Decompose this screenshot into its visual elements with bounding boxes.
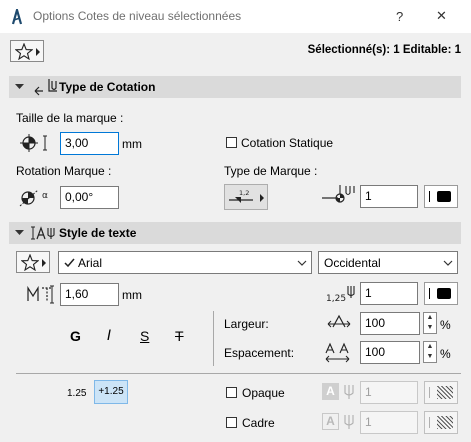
spin-down-icon[interactable]: ▼ xyxy=(424,352,436,362)
frame-checkbox[interactable] xyxy=(226,417,237,428)
width-unit: % xyxy=(440,318,451,332)
opaque-checkbox[interactable] xyxy=(226,387,237,398)
width-spinner[interactable]: ▲ ▼ xyxy=(423,312,437,334)
text-style-icon xyxy=(31,226,55,240)
marker-rotation-input[interactable]: 0,00° xyxy=(60,186,119,209)
bold-button[interactable]: G xyxy=(70,328,81,344)
static-dimension-checkbox[interactable] xyxy=(226,137,237,148)
close-button[interactable]: ✕ xyxy=(436,8,447,24)
marker-pen-color-swatch[interactable] xyxy=(424,185,458,208)
chevron-down-icon xyxy=(443,260,453,266)
text-favorites-button[interactable] xyxy=(16,251,50,273)
format-plain-button[interactable]: 1.25 xyxy=(67,388,86,399)
marker-size-unit: mm xyxy=(122,137,142,151)
marker-type-label: Type de Marque : xyxy=(224,164,318,178)
format-signed-button[interactable]: +1.25 xyxy=(94,380,128,404)
section-dimension-type-label: Type de Cotation xyxy=(59,80,156,94)
underline-button[interactable]: S xyxy=(140,328,149,344)
vertical-divider xyxy=(213,311,214,366)
section-text-style[interactable]: Style de texte xyxy=(9,222,461,244)
font-select-value: Arial xyxy=(78,256,103,270)
selection-status: Sélectionné(s): 1 Editable: 1 xyxy=(307,44,461,56)
marker-size-icon xyxy=(20,134,47,152)
spacing-spinner[interactable]: ▲ ▼ xyxy=(423,341,437,363)
marker-pen-icon xyxy=(322,185,355,203)
frame-label: Cadre xyxy=(242,416,275,430)
text-size-icon xyxy=(27,285,54,304)
text-pen-input[interactable]: 1 xyxy=(360,282,418,305)
opaque-label: Opaque xyxy=(242,386,285,400)
strikethrough-button[interactable]: T xyxy=(175,328,184,344)
pen-icon xyxy=(344,415,354,429)
collapse-triangle-icon xyxy=(15,230,24,235)
script-select-value: Occidental xyxy=(324,256,381,270)
marker-rotation-label: Rotation Marque : xyxy=(16,164,112,178)
text-pen-color-swatch[interactable] xyxy=(424,282,458,305)
section-dimension-type[interactable]: Type de Cotation xyxy=(9,76,461,98)
spin-up-icon[interactable]: ▲ xyxy=(424,313,436,323)
marker-size-label: Taille de la marque : xyxy=(16,111,124,125)
opaque-pen-input[interactable]: 1 xyxy=(360,381,418,404)
window-title: Options Cotes de niveau sélectionnées xyxy=(33,9,242,23)
text-width-icon xyxy=(327,314,351,328)
frame-pen-input[interactable]: 1 xyxy=(360,411,418,434)
archicad-logo-icon xyxy=(10,9,24,25)
text-pen-glyph: 1,25 xyxy=(326,294,346,304)
text-size-unit: mm xyxy=(122,288,142,302)
text-pen-icon: 1,25 xyxy=(326,286,355,304)
checkmark-icon xyxy=(64,258,75,268)
font-select[interactable]: Arial xyxy=(58,251,312,274)
marker-type-glyph: 1,2 xyxy=(239,189,249,197)
spin-up-icon[interactable]: ▲ xyxy=(424,342,436,352)
width-input[interactable]: 100 xyxy=(360,312,420,335)
chevron-right-icon xyxy=(36,48,40,56)
spacing-unit: % xyxy=(440,347,451,361)
marker-pen-input[interactable]: 1 xyxy=(360,185,418,208)
text-background-icon: A xyxy=(322,383,339,400)
section-text-style-label: Style de texte xyxy=(59,226,137,240)
opaque-fill-swatch[interactable] xyxy=(424,381,458,404)
marker-size-input[interactable]: 3,00 xyxy=(60,132,119,155)
width-label: Largeur: xyxy=(224,317,269,331)
favorites-button[interactable] xyxy=(10,40,44,62)
chevron-right-icon xyxy=(260,194,264,202)
chevron-right-icon xyxy=(42,259,46,267)
chevron-down-icon xyxy=(297,260,307,266)
frame-fill-swatch[interactable] xyxy=(424,411,458,434)
script-select[interactable]: Occidental xyxy=(318,251,458,274)
marker-type-button[interactable]: 1,2 xyxy=(224,184,268,210)
horizontal-divider xyxy=(16,373,461,374)
marker-rotation-icon: α xyxy=(19,189,48,207)
letter-spacing-icon xyxy=(325,342,350,363)
svg-text:α: α xyxy=(42,191,48,201)
spacing-label: Espacement: xyxy=(224,346,295,360)
help-button[interactable]: ? xyxy=(396,9,403,24)
text-frame-icon: A xyxy=(322,413,339,430)
italic-button[interactable]: I xyxy=(107,328,111,344)
pen-icon xyxy=(344,385,354,399)
collapse-triangle-icon xyxy=(15,84,24,89)
marker-type-icon: 1,2 xyxy=(229,189,253,203)
spacing-input[interactable]: 100 xyxy=(360,341,420,364)
text-size-input[interactable]: 1,60 xyxy=(60,283,119,306)
static-dimension-label: Cotation Statique xyxy=(241,136,334,150)
level-dimension-icon xyxy=(34,79,57,96)
star-icon xyxy=(21,254,39,271)
spin-down-icon[interactable]: ▼ xyxy=(424,323,436,333)
star-icon xyxy=(15,43,33,60)
